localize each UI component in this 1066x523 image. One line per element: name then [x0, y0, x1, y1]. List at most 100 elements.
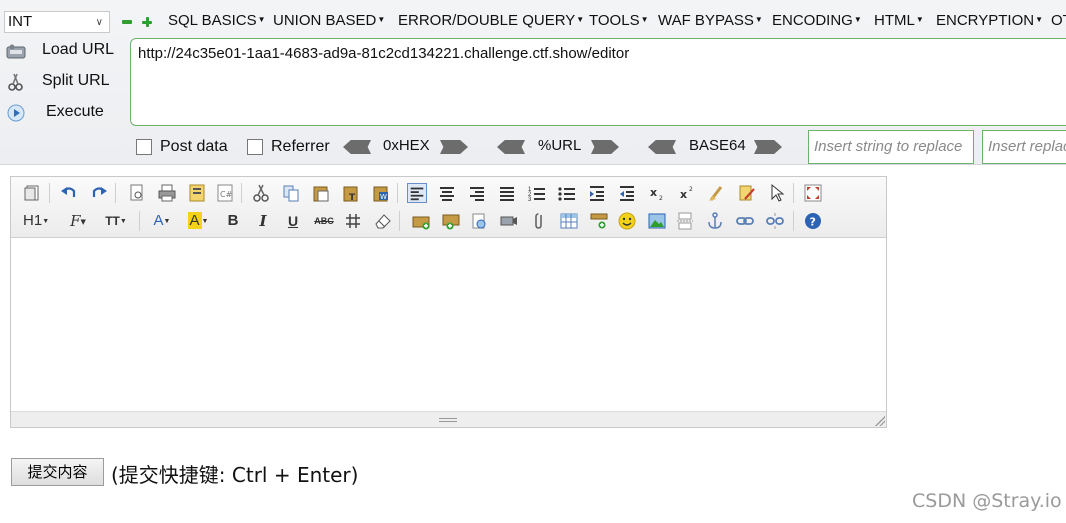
- editor-content-area[interactable]: [11, 239, 886, 411]
- menu-encryption[interactable]: ENCRYPTION▼: [936, 12, 1043, 29]
- select-all-icon[interactable]: [767, 183, 787, 203]
- preview-icon[interactable]: [127, 183, 147, 203]
- template-icon[interactable]: [187, 183, 207, 203]
- redo-icon[interactable]: [89, 183, 109, 203]
- heading-label: H1: [23, 212, 43, 229]
- font-family-button[interactable]: F▼: [65, 211, 91, 231]
- insert-image-link-icon[interactable]: [469, 211, 489, 231]
- outdent-icon[interactable]: [617, 183, 637, 203]
- caret-down-icon: ▼: [754, 15, 763, 24]
- replace-string-input[interactable]: Insert string to replace: [808, 130, 974, 164]
- highlight-color-button[interactable]: A ▼: [185, 211, 211, 231]
- attachment-icon[interactable]: [529, 211, 549, 231]
- arrow-left-icon[interactable]: [648, 140, 676, 154]
- paste-text-icon[interactable]: T: [341, 183, 361, 203]
- arrow-right-icon[interactable]: [591, 140, 619, 154]
- copy-icon[interactable]: [281, 183, 301, 203]
- fullscreen-icon[interactable]: [803, 183, 823, 203]
- strikethrough-button[interactable]: ABC: [311, 211, 337, 231]
- insert-column-icon[interactable]: [589, 211, 609, 231]
- align-right-icon[interactable]: [467, 183, 487, 203]
- menu-sql-basics[interactable]: SQL BASICS▼: [168, 12, 266, 29]
- referrer-checkbox[interactable]: [247, 139, 263, 155]
- rich-text-editor: C# T W 123 x2 x2 H1▼ F▼ TT▼ A▼ A ▼ B I U…: [10, 176, 887, 428]
- menu-other[interactable]: OT: [1051, 12, 1066, 29]
- hash-icon[interactable]: [343, 211, 363, 231]
- replacing-string-input[interactable]: Insert replacing string: [982, 130, 1066, 164]
- superscript-icon[interactable]: x2: [677, 183, 697, 203]
- menu-tools[interactable]: TOOLS▼: [589, 12, 649, 29]
- svg-text:2: 2: [689, 186, 693, 193]
- menu-encoding[interactable]: ENCODING▼: [772, 12, 862, 29]
- caret-down-icon: ▼: [576, 15, 585, 24]
- italic-button[interactable]: I: [253, 211, 273, 231]
- arrow-left-icon[interactable]: [497, 140, 525, 154]
- menu-label: ENCRYPTION: [936, 12, 1035, 29]
- execute-button[interactable]: Execute: [6, 100, 126, 126]
- url-textarea[interactable]: http://24c35e01-1aa1-4683-ad9a-81c2cd134…: [130, 38, 1066, 126]
- align-justify-icon[interactable]: [497, 183, 517, 203]
- bold-button[interactable]: B: [223, 211, 243, 231]
- font-family-label: F: [70, 212, 81, 230]
- page-break-icon[interactable]: [675, 211, 695, 231]
- undo-icon[interactable]: [59, 183, 79, 203]
- corner-resize-handle[interactable]: [875, 416, 885, 426]
- ordered-list-icon[interactable]: 123: [527, 183, 547, 203]
- italic-label: I: [259, 212, 267, 230]
- emoticon-icon[interactable]: [617, 211, 637, 231]
- strikethrough-label: ABC: [314, 216, 334, 226]
- insert-row-after-icon[interactable]: [441, 211, 461, 231]
- table-icon[interactable]: [559, 211, 579, 231]
- minus-icon[interactable]: [122, 20, 132, 24]
- load-url-button[interactable]: Load URL: [6, 38, 126, 64]
- menu-error-double-query[interactable]: ERROR/DOUBLE QUERY▼: [398, 12, 584, 29]
- menu-html[interactable]: HTML▼: [874, 12, 924, 29]
- align-center-icon[interactable]: [437, 183, 457, 203]
- arrow-left-icon[interactable]: [343, 140, 371, 154]
- injection-type-select[interactable]: INT ∨: [4, 11, 110, 33]
- toolbar-separator: [139, 211, 140, 231]
- arrow-right-icon[interactable]: [754, 140, 782, 154]
- heading-button[interactable]: H1▼: [23, 211, 49, 231]
- split-url-button[interactable]: Split URL: [6, 69, 126, 95]
- align-left-icon[interactable]: [407, 183, 427, 203]
- format-painter-icon[interactable]: [737, 183, 757, 203]
- unordered-list-icon[interactable]: [557, 183, 577, 203]
- svg-text:3: 3: [528, 197, 532, 203]
- svg-text:T: T: [349, 193, 356, 203]
- post-data-checkbox[interactable]: [136, 139, 152, 155]
- svg-text:W: W: [380, 193, 387, 201]
- menu-label: WAF BYPASS: [658, 12, 754, 29]
- clear-format-icon[interactable]: [707, 183, 727, 203]
- unlink-icon[interactable]: [765, 211, 785, 231]
- referrer-label: Referrer: [271, 138, 330, 155]
- print-icon[interactable]: [157, 183, 177, 203]
- anchor-icon[interactable]: [705, 211, 725, 231]
- font-size-button[interactable]: TT▼: [101, 211, 131, 231]
- link-icon[interactable]: [735, 211, 755, 231]
- arrow-right-icon[interactable]: [440, 140, 468, 154]
- image-icon[interactable]: [647, 211, 667, 231]
- menu-union-based[interactable]: UNION BASED▼: [273, 12, 385, 29]
- paste-icon[interactable]: [311, 183, 331, 203]
- paste-word-icon[interactable]: W: [371, 183, 391, 203]
- submit-content-button[interactable]: 提交内容: [11, 458, 104, 486]
- source-code-icon[interactable]: [23, 183, 43, 203]
- help-icon[interactable]: ?: [803, 211, 823, 231]
- underline-button[interactable]: U: [283, 211, 303, 231]
- code-snippet-icon[interactable]: C#: [215, 183, 235, 203]
- cut-icon[interactable]: [251, 183, 271, 203]
- resize-handle[interactable]: [439, 415, 457, 425]
- subscript-icon[interactable]: x2: [647, 183, 667, 203]
- menu-label: HTML: [874, 12, 915, 29]
- insert-row-before-icon[interactable]: [411, 211, 431, 231]
- indent-icon[interactable]: [587, 183, 607, 203]
- plus-icon[interactable]: [142, 17, 152, 27]
- video-icon[interactable]: [499, 211, 519, 231]
- bold-label: B: [227, 212, 239, 229]
- menu-waf-bypass[interactable]: WAF BYPASS▼: [658, 12, 763, 29]
- toolbar-separator: [397, 183, 398, 203]
- base64-label: BASE64: [689, 137, 746, 154]
- eraser-icon[interactable]: [373, 211, 393, 231]
- font-color-button[interactable]: A▼: [149, 211, 175, 231]
